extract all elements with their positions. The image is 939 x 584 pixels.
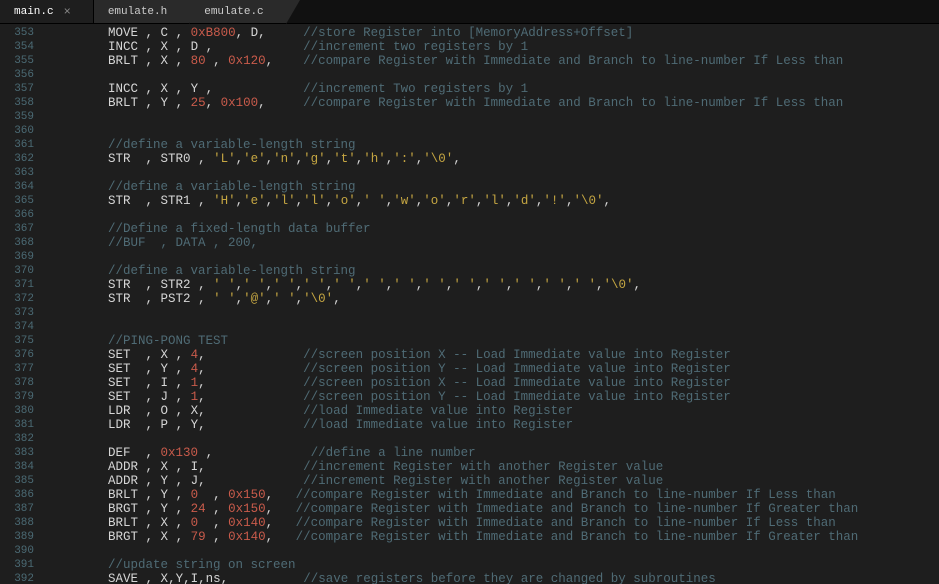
- line-number: 386: [0, 488, 34, 502]
- line-number: 388: [0, 516, 34, 530]
- line-number: 378: [0, 376, 34, 390]
- line-number: 353: [0, 26, 34, 40]
- code-line: LDR , O , X, //load Immediate value into…: [48, 404, 939, 418]
- line-number: 361: [0, 138, 34, 152]
- line-number: 392: [0, 572, 34, 584]
- code-line: BRLT , X , 0 , 0x140, //compare Register…: [48, 516, 939, 530]
- line-number: 358: [0, 96, 34, 110]
- code-line: [48, 250, 939, 264]
- code-line: [48, 432, 939, 446]
- line-number: 382: [0, 432, 34, 446]
- line-number: 362: [0, 152, 34, 166]
- code-line: //PING-PONG TEST: [48, 334, 939, 348]
- code-line: SET , Y , 4, //screen position Y -- Load…: [48, 362, 939, 376]
- code-line: ADDR , X , I, //increment Register with …: [48, 460, 939, 474]
- line-number: 380: [0, 404, 34, 418]
- line-number: 373: [0, 306, 34, 320]
- code-line: SET , J , 1, //screen position Y -- Load…: [48, 390, 939, 404]
- tab-label: emulate.h: [108, 6, 167, 18]
- line-number: 384: [0, 460, 34, 474]
- line-number: 387: [0, 502, 34, 516]
- code-line: STR , STR0 , 'L','e','n','g','t','h',':'…: [48, 152, 939, 166]
- code-line: [48, 110, 939, 124]
- code-line: //define a variable-length string: [48, 180, 939, 194]
- line-number: 354: [0, 40, 34, 54]
- code-line: BRLT , Y , 0 , 0x150, //compare Register…: [48, 488, 939, 502]
- code-line: //define a variable-length string: [48, 138, 939, 152]
- code-line: INCC , X , Y , //increment Two registers…: [48, 82, 939, 96]
- close-icon[interactable]: ×: [64, 5, 71, 19]
- line-number: 372: [0, 292, 34, 306]
- line-number: 381: [0, 418, 34, 432]
- line-number: 374: [0, 320, 34, 334]
- line-number: 357: [0, 82, 34, 96]
- line-number: 390: [0, 544, 34, 558]
- code-line: //BUF , DATA , 200,: [48, 236, 939, 250]
- line-number: 355: [0, 54, 34, 68]
- line-number: 369: [0, 250, 34, 264]
- code-line: BRLT , X , 80 , 0x120, //compare Registe…: [48, 54, 939, 68]
- line-number: 359: [0, 110, 34, 124]
- line-number: 370: [0, 264, 34, 278]
- code-line: SET , X , 4, //screen position X -- Load…: [48, 348, 939, 362]
- line-number: 385: [0, 474, 34, 488]
- code-line: [48, 124, 939, 138]
- code-line: [48, 544, 939, 558]
- tab-emulate-c[interactable]: emulate.c: [190, 0, 286, 23]
- code-line: MOVE , C , 0xB800, D, //store Register i…: [48, 26, 939, 40]
- code-line: //define a variable-length string: [48, 264, 939, 278]
- code-line: [48, 68, 939, 82]
- line-number: 364: [0, 180, 34, 194]
- code-line: DEF , 0x130 , //define a line number: [48, 446, 939, 460]
- line-number: 376: [0, 348, 34, 362]
- code-line: //Define a fixed-length data buffer: [48, 222, 939, 236]
- editor: 3533543553563573583593603613623633643653…: [0, 24, 939, 584]
- code-line: ADDR , Y , J, //increment Register with …: [48, 474, 939, 488]
- line-number: 389: [0, 530, 34, 544]
- code-line: SAVE , X,Y,I,ns, //save registers before…: [48, 572, 939, 584]
- code-line: [48, 306, 939, 320]
- line-number: 383: [0, 446, 34, 460]
- line-number: 391: [0, 558, 34, 572]
- code-line: STR , STR2 , ' ',' ',' ',' ',' ',' ',' '…: [48, 278, 939, 292]
- line-number: 366: [0, 208, 34, 222]
- line-number: 365: [0, 194, 34, 208]
- tab-emulate-h[interactable]: emulate.h: [94, 0, 190, 23]
- line-number: 360: [0, 124, 34, 138]
- code-line: BRGT , X , 79 , 0x140, //compare Registe…: [48, 530, 939, 544]
- code-line: //update string on screen: [48, 558, 939, 572]
- tab-label: main.c: [14, 6, 54, 18]
- line-number: 379: [0, 390, 34, 404]
- code-line: INCC , X , D , //increment two registers…: [48, 40, 939, 54]
- code-line: LDR , P , Y, //load Immediate value into…: [48, 418, 939, 432]
- code-line: BRLT , Y , 25, 0x100, //compare Register…: [48, 96, 939, 110]
- tab-bar: main.c × emulate.h emulate.c: [0, 0, 939, 24]
- line-number: 363: [0, 166, 34, 180]
- tab-main-c[interactable]: main.c ×: [0, 0, 94, 23]
- code-line: SET , I , 1, //screen position X -- Load…: [48, 376, 939, 390]
- code-line: [48, 208, 939, 222]
- code-line: [48, 166, 939, 180]
- code-line: STR , STR1 , 'H','e','l','l','o',' ','w'…: [48, 194, 939, 208]
- tab-label: emulate.c: [204, 6, 263, 18]
- line-number: 375: [0, 334, 34, 348]
- line-number-gutter: 3533543553563573583593603613623633643653…: [0, 24, 40, 584]
- line-number: 367: [0, 222, 34, 236]
- line-number: 356: [0, 68, 34, 82]
- code-line: STR , PST2 , ' ','@',' ','\0',: [48, 292, 939, 306]
- code-line: BRGT , Y , 24 , 0x150, //compare Registe…: [48, 502, 939, 516]
- line-number: 377: [0, 362, 34, 376]
- line-number: 368: [0, 236, 34, 250]
- code-line: [48, 320, 939, 334]
- line-number: 371: [0, 278, 34, 292]
- code-area[interactable]: MOVE , C , 0xB800, D, //store Register i…: [40, 24, 939, 584]
